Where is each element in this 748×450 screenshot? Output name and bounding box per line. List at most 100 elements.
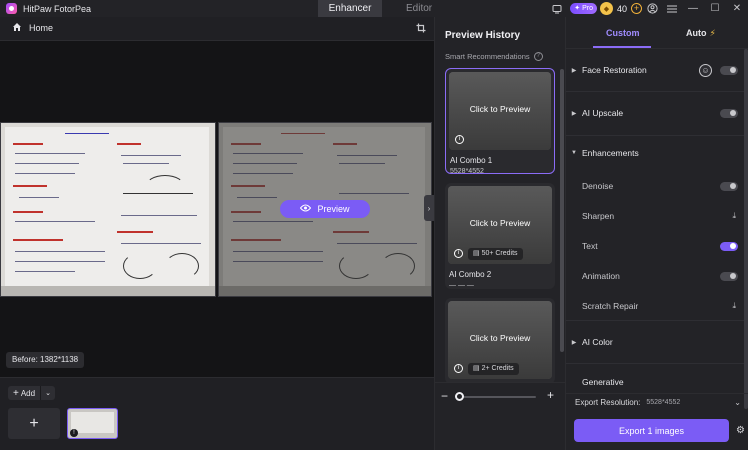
- zoom-slider[interactable]: [457, 396, 536, 398]
- smart-recommendations-label: Smart Recommendations: [445, 52, 530, 61]
- zoom-slider-handle[interactable]: [455, 392, 464, 401]
- face-restoration-label: Face Restoration: [582, 65, 647, 75]
- chevron-right-icon: ›: [427, 203, 431, 213]
- history-card-name: AI Combo 1: [450, 156, 493, 165]
- home-button[interactable]: Home: [12, 22, 53, 34]
- enhancements-label: Enhancements: [582, 148, 639, 158]
- scratch-repair-label: Scratch Repair: [582, 301, 639, 311]
- home-icon: [12, 22, 22, 34]
- chevron-down-icon: ▼: [571, 150, 577, 156]
- history-card-combo-1[interactable]: Click to Preview i AI Combo 1 5528*4552: [445, 68, 555, 175]
- tab-custom[interactable]: Custom: [606, 28, 640, 38]
- ai-upscale-toggle[interactable]: [720, 108, 738, 118]
- animation-label: Animation: [582, 271, 620, 281]
- help-icon[interactable]: ?: [533, 52, 543, 61]
- whiteboard-tray: [219, 286, 431, 296]
- plus-icon: +: [29, 414, 39, 432]
- chevron-right-icon: ▶: [571, 110, 577, 117]
- chevron-down-icon[interactable]: ⌄: [45, 389, 51, 397]
- before-image: [0, 122, 216, 297]
- denoise-label: Denoise: [582, 181, 614, 191]
- item-scratch-repair: Scratch Repair ⤓: [566, 299, 744, 313]
- lightning-icon: ⚡: [709, 28, 716, 38]
- menu-icon[interactable]: [665, 2, 679, 16]
- history-scrollbar[interactable]: [560, 69, 564, 352]
- animation-toggle[interactable]: [720, 271, 738, 281]
- app-logo-icon: [6, 3, 17, 14]
- add-image-button[interactable]: + Add ⌄: [8, 386, 55, 400]
- crop-icon[interactable]: [416, 23, 426, 35]
- item-text: Text: [566, 239, 744, 253]
- section-ai-upscale[interactable]: ▶ AI Upscale: [566, 106, 744, 120]
- tab-enhancer[interactable]: Enhancer: [318, 0, 382, 17]
- text-toggle[interactable]: [720, 241, 738, 251]
- generative-label: Generative: [582, 377, 624, 387]
- face-icon[interactable]: ☺: [699, 63, 712, 77]
- section-enhancements[interactable]: ▼ Enhancements: [566, 146, 744, 160]
- info-icon[interactable]: i: [454, 249, 463, 258]
- ai-upscale-label: AI Upscale: [582, 108, 624, 118]
- plus-icon: +: [13, 387, 19, 399]
- history-card-3[interactable]: Click to Preview i ▤ 2+ Credits: [445, 298, 555, 384]
- minimize-icon[interactable]: —: [682, 0, 704, 17]
- section-face-restoration[interactable]: ▶ Face Restoration ☺: [566, 63, 744, 77]
- denoise-toggle[interactable]: [720, 181, 738, 191]
- history-card-name: AI Combo 2: [449, 270, 492, 279]
- history-card-image: Click to Preview i ▤ 2+ Credits: [448, 301, 552, 379]
- chevron-double-down-icon[interactable]: ⌄: [734, 398, 741, 407]
- info-icon[interactable]: i: [454, 364, 463, 373]
- add-credits-icon[interactable]: +: [631, 3, 642, 14]
- item-animation: Animation: [566, 269, 744, 283]
- zoom-in-icon[interactable]: +: [547, 388, 554, 402]
- face-restoration-toggle[interactable]: [720, 65, 738, 75]
- history-card-resolution: — — —: [449, 282, 474, 289]
- history-card-image: Click to Preview i: [449, 72, 551, 150]
- title-bar-actions: ✦ Pro ◆ 40 + — ☐ ✕: [547, 0, 748, 17]
- tab-auto[interactable]: Auto ⚡: [686, 28, 716, 39]
- whiteboard-tray: [1, 286, 215, 296]
- section-ai-color[interactable]: ▶ AI Color: [566, 335, 744, 349]
- preview-button[interactable]: Preview: [280, 200, 370, 218]
- history-card-image: Click to Preview i ▤ 50+ Credits: [448, 186, 552, 264]
- chevron-right-icon: ▶: [571, 67, 577, 74]
- export-resolution[interactable]: Export Resolution: 5528*4552 ⌄: [566, 393, 748, 411]
- add-label: Add: [20, 388, 36, 398]
- credits-badge-label: 50+ Credits: [481, 250, 518, 257]
- info-icon[interactable]: i: [455, 135, 464, 144]
- settings-panel: Custom Auto ⚡ ▶ Face Restoration ☺ ▶ AI U…: [565, 17, 748, 450]
- tab-editor[interactable]: Editor: [394, 0, 444, 17]
- text-label: Text: [582, 241, 598, 251]
- item-denoise: Denoise: [566, 179, 744, 193]
- close-icon[interactable]: ✕: [726, 0, 748, 17]
- history-card-combo-2[interactable]: Click to Preview i ▤ 50+ Credits AI Comb…: [445, 183, 555, 289]
- collapse-history-button[interactable]: ›: [424, 195, 434, 221]
- credits-count: 40: [616, 3, 627, 14]
- image-thumbnail[interactable]: !: [67, 408, 118, 439]
- download-icon[interactable]: ⤓: [732, 301, 736, 311]
- info-icon: !: [70, 429, 78, 437]
- section-generative[interactable]: Generative: [566, 375, 744, 389]
- export-resolution-label: Export Resolution:: [575, 398, 641, 407]
- preview-history-title: Preview History: [445, 30, 521, 41]
- history-card-resolution: 5528*4552: [450, 168, 484, 175]
- pro-badge[interactable]: ✦ Pro: [570, 3, 597, 14]
- maximize-icon[interactable]: ☐: [704, 0, 726, 17]
- user-account-icon[interactable]: [645, 2, 659, 16]
- item-sharpen: Sharpen ⤓: [566, 209, 744, 223]
- top-tabs: Enhancer Editor: [318, 0, 444, 17]
- settings-scrollbar[interactable]: [744, 49, 748, 409]
- smart-recommendations: Smart Recommendations ?: [445, 52, 543, 61]
- active-tab-indicator: [593, 46, 651, 48]
- export-button[interactable]: Export 1 images: [574, 419, 729, 442]
- sharpen-label: Sharpen: [582, 211, 615, 221]
- home-label: Home: [29, 23, 54, 33]
- preview-history-panel: Preview History Smart Recommendations ? …: [434, 17, 566, 450]
- gear-icon[interactable]: ⚙: [736, 425, 745, 436]
- tab-auto-label: Auto: [686, 28, 707, 38]
- download-icon[interactable]: ⤓: [732, 211, 736, 221]
- ai-color-label: AI Color: [582, 337, 613, 347]
- zoom-out-icon[interactable]: −: [441, 389, 448, 403]
- before-resolution-label: Before: 1382*1138: [6, 352, 85, 368]
- screen-icon[interactable]: [550, 2, 564, 16]
- add-image-tile[interactable]: +: [8, 408, 60, 439]
